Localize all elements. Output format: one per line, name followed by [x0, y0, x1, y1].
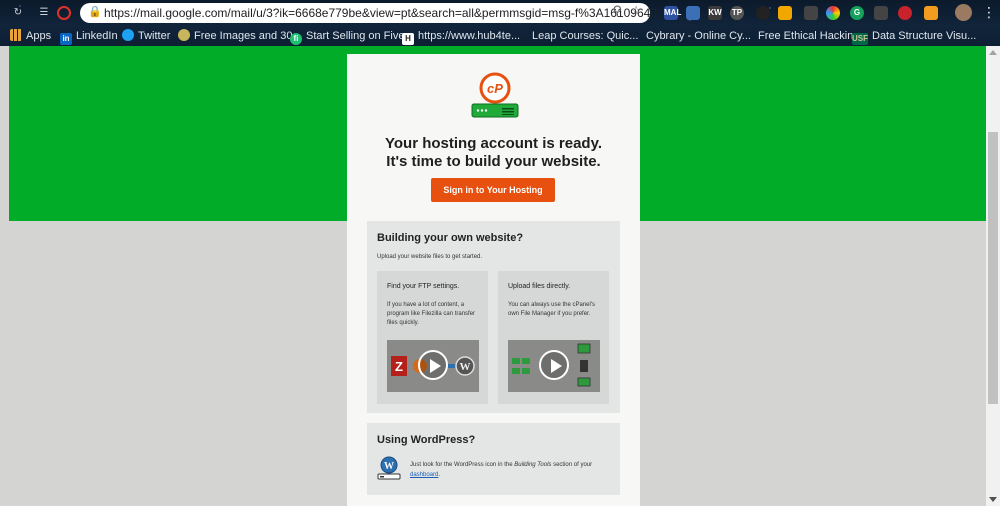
svg-text:W: W — [460, 361, 471, 373]
twitter-icon — [122, 29, 134, 41]
svg-text:cP: cP — [487, 81, 503, 96]
cpanel-server-icon: cP — [471, 72, 519, 118]
extension-settings-icon[interactable] — [756, 6, 770, 20]
extension-mail-icon[interactable] — [924, 6, 938, 20]
address-url[interactable]: https://mail.google.com/mail/u/3?ik=6668… — [104, 6, 667, 20]
play-icon[interactable] — [418, 350, 448, 380]
bookmark-label: Leap Courses: Quic... — [532, 30, 639, 42]
upload-card-body: You can always use the cPanel's own File… — [508, 302, 595, 317]
wp-text-before: Just look for the WordPress icon in the — [410, 462, 515, 468]
bookmark-label: LinkedIn — [76, 30, 118, 42]
vertical-scrollbar[interactable] — [986, 46, 1000, 506]
globe-icon — [516, 29, 528, 41]
building-subtitle: Upload your website files to get started… — [377, 254, 483, 260]
usf-icon: USF — [852, 33, 868, 45]
bookmark-label: Free Ethical Hackin... — [758, 30, 863, 42]
extension-grammarly-icon[interactable]: G — [850, 6, 864, 20]
building-title: Building your own website? — [377, 232, 524, 244]
headline-line-2: It's time to build your website. — [386, 153, 601, 170]
wordpress-icon: W — [377, 456, 401, 480]
upload-card: Upload files directly. You can always us… — [498, 271, 609, 404]
reload-icon[interactable]: ↻ — [10, 5, 26, 21]
scroll-up-arrow-icon[interactable] — [989, 50, 997, 55]
email-body: cP Your hosting account is ready. It's t… — [347, 54, 640, 506]
play-icon[interactable] — [539, 350, 569, 380]
bookmark-linkedin[interactable]: in LinkedIn — [60, 29, 118, 45]
bookmark-star-icon[interactable]: ☆ — [630, 4, 642, 19]
building-website-panel: Building your own website? Upload your w… — [367, 221, 620, 413]
headline: Your hosting account is ready. It's time… — [347, 135, 640, 171]
globe-icon — [630, 29, 642, 41]
browser-toolbar: ↻ ☰ 🔒 https://mail.google.com/mail/u/3?i… — [0, 0, 1000, 26]
ftp-card-title: Find your FTP settings. — [387, 283, 460, 290]
scroll-down-arrow-icon[interactable] — [989, 497, 997, 502]
zoom-icon[interactable]: ⚲ — [612, 4, 622, 19]
extension-download-icon[interactable] — [874, 6, 888, 20]
svg-text:W: W — [384, 461, 394, 472]
extension-icon[interactable]: ☰ — [36, 5, 52, 21]
extension-camera-icon[interactable] — [686, 6, 700, 20]
ftp-card-body: If you have a lot of content, a program … — [387, 302, 476, 326]
fiverr-icon: fi — [290, 33, 302, 45]
svg-text:Z: Z — [395, 359, 403, 374]
bookmark-data-structure[interactable]: USF Data Structure Visu... — [852, 29, 977, 45]
bookmark-cybrary[interactable]: Cybrary - Online Cy... — [630, 29, 751, 43]
hub-icon: H — [402, 33, 414, 45]
extension-ab-icon[interactable] — [778, 6, 792, 20]
headline-line-1: Your hosting account is ready. — [385, 135, 602, 152]
bookmark-free-images[interactable]: Free Images and 30... — [178, 29, 302, 43]
menu-icon[interactable]: ⋮ — [982, 4, 996, 22]
wordpress-description: Just look for the WordPress icon in the … — [410, 460, 610, 480]
bookmark-label: Apps — [26, 30, 52, 42]
bookmark-fiverr[interactable]: fi Start Selling on Fiverr — [290, 29, 412, 45]
apps-grid-icon — [10, 29, 22, 41]
bookmark-label: Twitter — [138, 30, 171, 42]
extension-pinterest-icon[interactable] — [898, 6, 912, 20]
bookmark-apps[interactable]: Apps — [10, 29, 51, 43]
wordpress-title: Using WordPress? — [377, 434, 476, 446]
sign-in-hosting-button[interactable]: Sign in to Your Hosting — [431, 178, 555, 202]
bookmarks-bar: Apps in LinkedIn Twitter Free Images and … — [0, 26, 1000, 46]
linkedin-icon: in — [60, 33, 72, 45]
bookmark-leap-courses[interactable]: Leap Courses: Quic... — [516, 29, 638, 43]
upload-video-thumbnail[interactable] — [508, 340, 600, 392]
wp-text-italic: Building Tools — [514, 462, 552, 468]
profile-avatar[interactable] — [955, 4, 972, 21]
dashboard-link[interactable]: dashboard — [410, 472, 438, 478]
wordpress-panel: Using WordPress? W Just look for the Wor… — [367, 423, 620, 495]
extension-mal-icon[interactable]: MAL — [664, 6, 681, 20]
extension-color-icon[interactable] — [826, 6, 840, 20]
image-site-icon — [178, 29, 190, 41]
bookmark-twitter[interactable]: Twitter — [122, 29, 170, 43]
bookmark-ethical-hacking[interactable]: Free Ethical Hackin... — [742, 29, 863, 43]
ftp-video-thumbnail[interactable]: Z W — [387, 340, 479, 392]
bookmark-label: Cybrary - Online Cy... — [646, 30, 751, 42]
extension-tp-icon[interactable]: TP — [730, 6, 744, 20]
bookmark-label: Start Selling on Fiverr — [306, 30, 412, 42]
bookmark-label: https://www.hub4te... — [418, 30, 521, 42]
extension-bolt-icon[interactable] — [804, 6, 818, 20]
address-bar[interactable]: 🔒 https://mail.google.com/mail/u/3?ik=66… — [80, 3, 667, 23]
email-viewport: cP Your hosting account is ready. It's t… — [0, 46, 986, 506]
wp-text-after: section of your — [551, 462, 593, 468]
bookmark-label: Free Images and 30... — [194, 30, 302, 42]
scrollbar-thumb[interactable] — [988, 132, 998, 404]
globe-icon — [742, 29, 754, 41]
bookmark-label: Data Structure Visu... — [872, 30, 977, 42]
extension-kw-icon[interactable]: KW — [708, 6, 722, 20]
bookmark-hub4tech[interactable]: Hhttps://www.hub4te... — [402, 29, 521, 45]
upload-card-title: Upload files directly. — [508, 283, 571, 290]
opera-icon[interactable] — [57, 6, 71, 20]
ftp-card: Find your FTP settings. If you have a lo… — [377, 271, 488, 404]
wp-text-end: . — [438, 472, 441, 478]
lock-icon: 🔒 — [88, 5, 102, 18]
